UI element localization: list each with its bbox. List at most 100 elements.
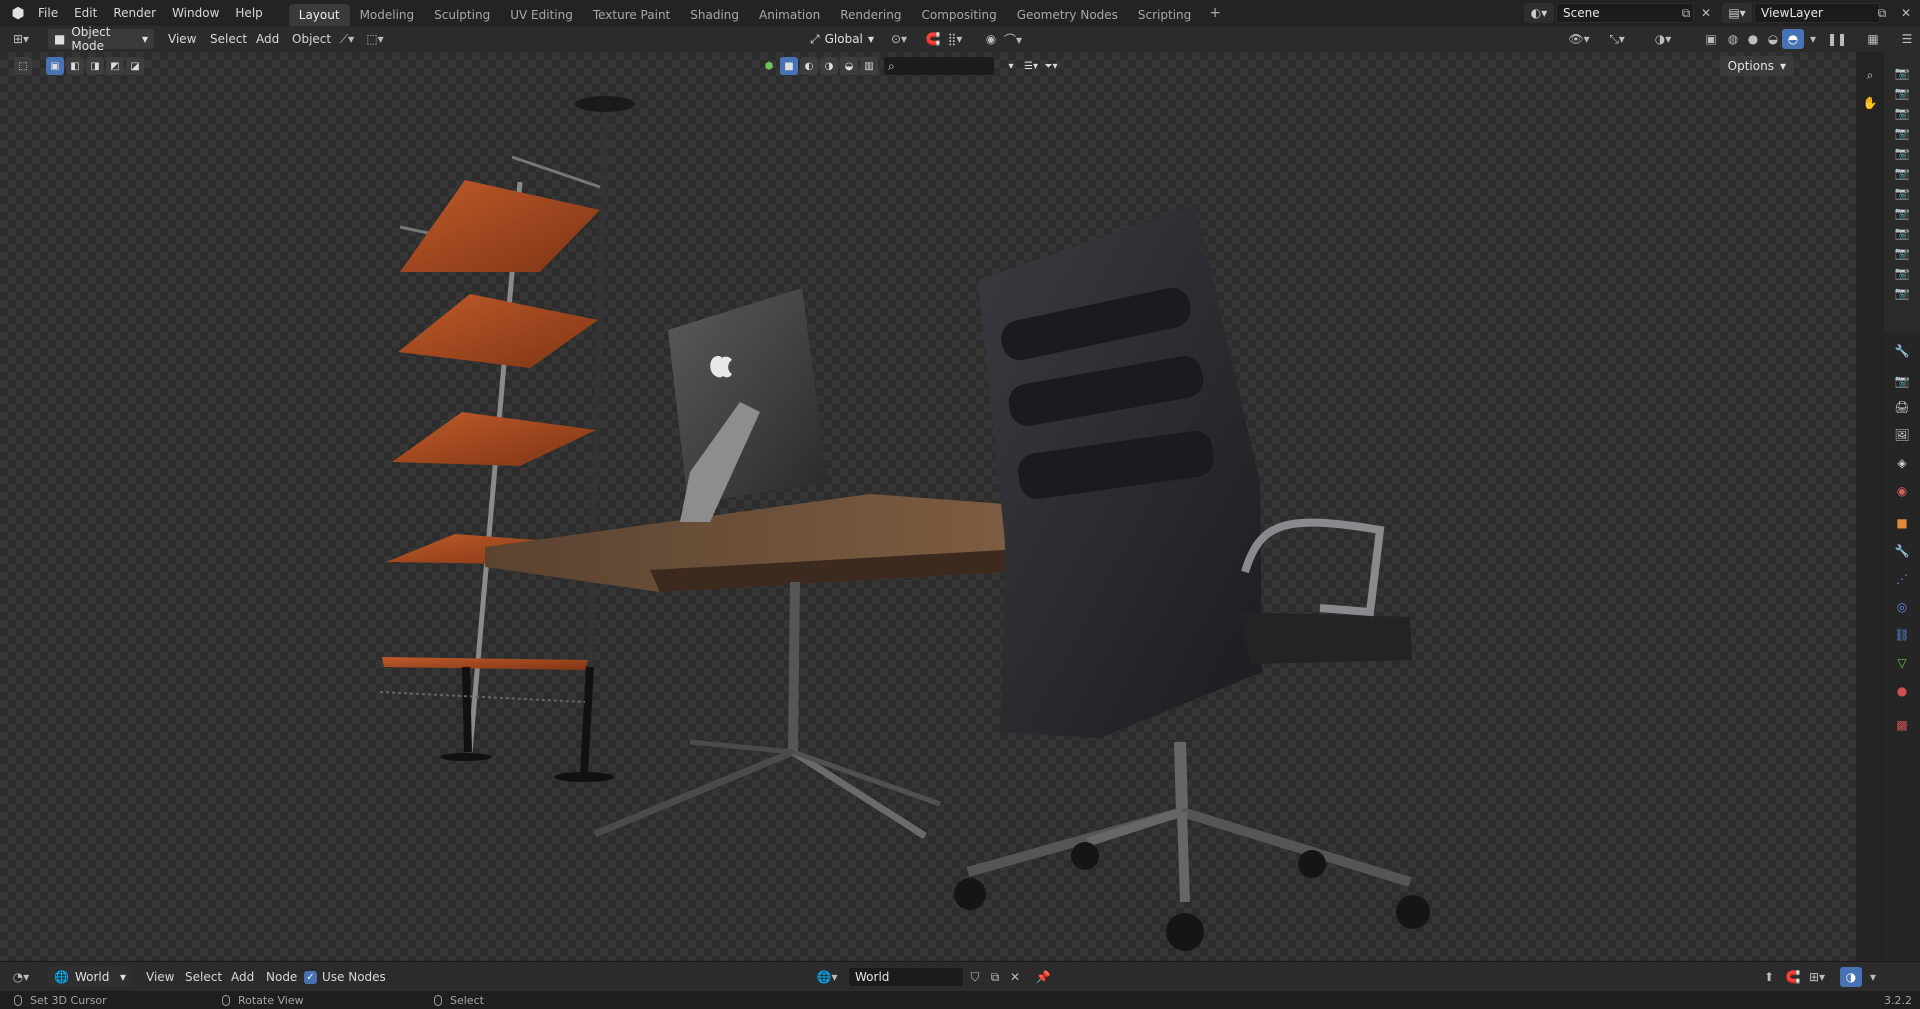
tab-shading[interactable]: Shading bbox=[680, 4, 749, 26]
snapping-icon[interactable]: 🧲 bbox=[922, 29, 944, 49]
camera-restrict-icon[interactable]: 📷 bbox=[1892, 164, 1912, 182]
solid-shading-icon[interactable]: ● bbox=[1742, 29, 1764, 49]
menu-file[interactable]: File bbox=[30, 0, 66, 26]
world-browse-icon[interactable]: 🌐▾ bbox=[816, 967, 838, 987]
delete-scene-icon[interactable]: ✕ bbox=[1696, 3, 1716, 23]
camera-restrict-icon[interactable]: 📷 bbox=[1892, 264, 1912, 282]
camera-restrict-icon[interactable]: 📷 bbox=[1892, 124, 1912, 142]
menu-object[interactable]: Object bbox=[292, 29, 331, 49]
camera-restrict-icon[interactable]: 📷 bbox=[1892, 184, 1912, 202]
snap-increment-icon[interactable]: ⣿▾ bbox=[944, 29, 966, 49]
node-editor-type-icon[interactable]: ◔▾ bbox=[10, 967, 32, 987]
falloff-icon[interactable]: ⌒▾ bbox=[1002, 29, 1024, 49]
menu-window[interactable]: Window bbox=[164, 0, 227, 26]
render-properties-icon[interactable]: 📷 bbox=[1892, 372, 1912, 390]
use-nodes-toggle[interactable]: ✓ Use Nodes bbox=[304, 967, 386, 987]
scene-properties-icon[interactable]: ◈ bbox=[1892, 454, 1912, 472]
outliner-editor-icon[interactable]: ▦ bbox=[1862, 29, 1884, 49]
camera-restrict-icon[interactable]: 📷 bbox=[1892, 104, 1912, 122]
tab-animation[interactable]: Animation bbox=[749, 4, 830, 26]
output-properties-icon[interactable]: 🖨 bbox=[1892, 398, 1912, 416]
camera-restrict-icon[interactable]: 📷 bbox=[1892, 224, 1912, 242]
editor-type-icon[interactable]: ⊞▾ bbox=[10, 29, 32, 49]
tab-layout[interactable]: Layout bbox=[288, 4, 350, 26]
scene-name-field[interactable]: Scene bbox=[1556, 3, 1694, 23]
view-layer-properties-icon[interactable]: 🖼 bbox=[1892, 426, 1912, 444]
parent-node-tree-icon[interactable]: ⬆ bbox=[1758, 967, 1780, 987]
use-nodes-checkbox[interactable]: ✓ bbox=[304, 970, 317, 984]
node-menu-view[interactable]: View bbox=[146, 967, 174, 987]
tab-compositing[interactable]: Compositing bbox=[911, 4, 1006, 26]
add-workspace-icon[interactable]: + bbox=[1201, 5, 1229, 21]
node-menu-add[interactable]: Add bbox=[231, 967, 254, 987]
wireframe-shading-icon[interactable]: ◍ bbox=[1722, 29, 1744, 49]
menu-select[interactable]: Select bbox=[210, 29, 247, 49]
camera-restrict-icon[interactable]: 📷 bbox=[1892, 244, 1912, 262]
tab-modeling[interactable]: Modeling bbox=[350, 4, 425, 26]
view-layer-name-field[interactable]: ViewLayer bbox=[1754, 3, 1880, 23]
menu-view[interactable]: View bbox=[168, 29, 196, 49]
delete-view-layer-icon[interactable]: ✕ bbox=[1896, 3, 1916, 23]
transform-orientation-dropdown[interactable]: ⤢ Global ▾ bbox=[804, 29, 880, 49]
fake-user-shield-icon[interactable]: ⛉ bbox=[964, 967, 986, 987]
blender-logo-icon[interactable]: ⬢ bbox=[6, 0, 30, 26]
tab-sculpting[interactable]: Sculpting bbox=[424, 4, 500, 26]
mode-dropdown[interactable]: ■ Object Mode ▾ bbox=[48, 25, 154, 53]
node-snapping-icon[interactable]: 🧲 bbox=[1782, 967, 1804, 987]
texture-properties-icon[interactable]: ▩ bbox=[1892, 716, 1912, 734]
node-menu-select[interactable]: Select bbox=[185, 967, 222, 987]
object-properties-icon[interactable]: ■ bbox=[1892, 514, 1912, 532]
data-properties-icon[interactable]: ▽ bbox=[1892, 654, 1912, 672]
camera-restrict-icon[interactable]: 📷 bbox=[1892, 284, 1912, 302]
overlays-dropdown-icon[interactable]: ▾ bbox=[1862, 967, 1884, 987]
world-name-field[interactable]: World bbox=[848, 967, 964, 987]
pan-hand-icon[interactable]: ✋ bbox=[1860, 94, 1880, 112]
menu-help[interactable]: Help bbox=[227, 0, 270, 26]
view-layer-selector-icon[interactable]: ▤▾ bbox=[1722, 3, 1752, 23]
new-scene-icon[interactable]: ⧉ bbox=[1676, 3, 1696, 23]
particles-properties-icon[interactable]: ⋰ bbox=[1892, 570, 1912, 588]
world-properties-icon[interactable]: ◉ bbox=[1892, 482, 1912, 500]
snap-node-element-icon[interactable]: ⊞▾ bbox=[1806, 967, 1828, 987]
menu-edit[interactable]: Edit bbox=[66, 0, 105, 26]
physics-properties-icon[interactable]: ◎ bbox=[1892, 598, 1912, 616]
duplicate-world-icon[interactable]: ⧉ bbox=[984, 967, 1006, 987]
constraints-properties-icon[interactable]: ⛓ bbox=[1892, 626, 1912, 644]
snap-icon[interactable]: ⬚▾ bbox=[364, 29, 386, 49]
shading-options-icon[interactable]: ▾ bbox=[1802, 29, 1824, 49]
material-properties-icon[interactable]: ● bbox=[1892, 682, 1912, 700]
camera-restrict-icon[interactable]: 📷 bbox=[1892, 204, 1912, 222]
camera-restrict-icon[interactable]: 📷 bbox=[1892, 84, 1912, 102]
camera-restrict-icon[interactable]: 📷 bbox=[1892, 144, 1912, 162]
menu-add[interactable]: Add bbox=[256, 29, 279, 49]
3d-viewport[interactable]: ⬚ ▣ ◧ ◨ ◩ ◪ ⬢ ■ ◐ ◑ ◒ ▥ ⌕ ▾ ☰▾ ⏷▾ Option… bbox=[0, 52, 1856, 961]
tab-texture-paint[interactable]: Texture Paint bbox=[583, 4, 680, 26]
new-view-layer-icon[interactable]: ⧉ bbox=[1872, 3, 1892, 23]
properties-editor-icon[interactable]: ☰ bbox=[1896, 29, 1918, 49]
node-menu-node[interactable]: Node bbox=[266, 967, 297, 987]
pin-icon[interactable]: 📌 bbox=[1032, 967, 1054, 987]
xray-icon[interactable]: ▣ bbox=[1700, 29, 1722, 49]
pivot-point-icon[interactable]: ⊙▾ bbox=[888, 29, 910, 49]
tab-geometry-nodes[interactable]: Geometry Nodes bbox=[1007, 4, 1128, 26]
scene-selector-icon[interactable]: ◐▾ bbox=[1524, 3, 1554, 23]
overlays-icon[interactable]: ◑▾ bbox=[1652, 29, 1674, 49]
menu-render[interactable]: Render bbox=[105, 0, 164, 26]
visibility-icon[interactable]: 👁▾ bbox=[1568, 29, 1590, 49]
tool-properties-icon[interactable]: 🔧 bbox=[1892, 342, 1912, 360]
tab-uv-editing[interactable]: UV Editing bbox=[500, 4, 583, 26]
node-overlays-icon[interactable]: ◑ bbox=[1840, 967, 1862, 987]
material-preview-icon[interactable]: ◒ bbox=[1762, 29, 1784, 49]
zoom-icon[interactable]: ⌕ bbox=[1860, 66, 1880, 84]
camera-restrict-icon[interactable]: 📷 bbox=[1892, 64, 1912, 82]
tab-rendering[interactable]: Rendering bbox=[830, 4, 911, 26]
snap-target-icon[interactable]: ⟋▾ bbox=[336, 29, 358, 49]
tab-scripting[interactable]: Scripting bbox=[1128, 4, 1201, 26]
shader-type-dropdown[interactable]: 🌐 World ▾ bbox=[48, 967, 132, 987]
proportional-editing-icon[interactable]: ◉ bbox=[980, 29, 1002, 49]
pause-render-icon[interactable]: ❚❚ bbox=[1826, 29, 1848, 49]
gizmo-icon[interactable]: ⤡▾ bbox=[1606, 29, 1628, 49]
unlink-world-icon[interactable]: ✕ bbox=[1004, 967, 1026, 987]
rendered-shading-icon[interactable]: ◓ bbox=[1782, 29, 1804, 49]
modifier-properties-icon[interactable]: 🔧 bbox=[1892, 542, 1912, 560]
